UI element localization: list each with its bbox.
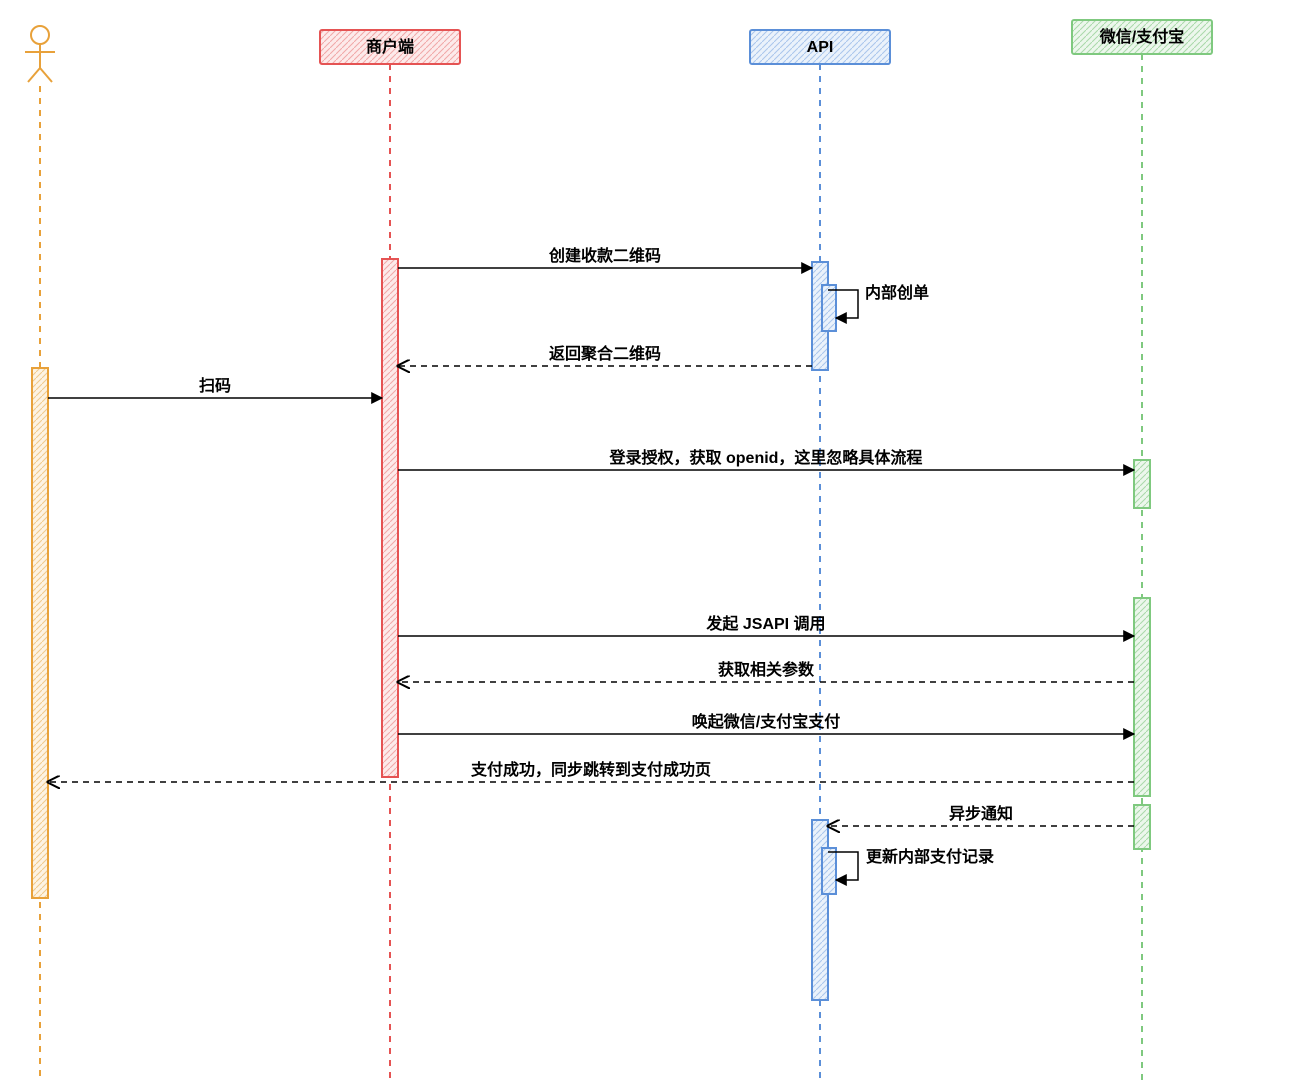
msg-get-params: 获取相关参数 — [398, 660, 1134, 682]
activation-wxali-3 — [1134, 805, 1150, 849]
activation-merchant-1 — [382, 259, 398, 777]
msg-auth-openid: 登录授权，获取 openid，这里忽略具体流程 — [398, 448, 1134, 470]
activation-api-1b — [822, 285, 836, 331]
svg-text:异步通知: 异步通知 — [949, 804, 1013, 823]
activation-api-2b — [822, 848, 836, 894]
msg-invoke-pay: 唤起微信/支付宝支付 — [398, 712, 1134, 734]
msg-create-qr: 创建收款二维码 — [398, 246, 812, 268]
msg-pay-success-sync: 支付成功，同步跳转到支付成功页 — [48, 760, 1134, 782]
svg-text:内部创单: 内部创单 — [865, 283, 929, 302]
svg-text:唤起微信/支付宝支付: 唤起微信/支付宝支付 — [692, 712, 840, 731]
activation-wxali-2 — [1134, 598, 1150, 796]
api-label: API — [807, 39, 834, 56]
svg-text:获取相关参数: 获取相关参数 — [718, 660, 815, 679]
msg-update-record: 更新内部支付记录 — [828, 847, 994, 880]
msg-jsapi: 发起 JSAPI 调用 — [398, 614, 1134, 636]
svg-text:支付成功，同步跳转到支付成功页: 支付成功，同步跳转到支付成功页 — [470, 760, 711, 779]
svg-text:创建收款二维码: 创建收款二维码 — [548, 246, 661, 265]
merchant-label: 商户端 — [366, 37, 414, 56]
sequence-diagram: 商户端 API 微信/支付宝 创建收款二维码 内部创单 — [0, 0, 1293, 1080]
activation-wxali-1 — [1134, 460, 1150, 508]
svg-text:返回聚合二维码: 返回聚合二维码 — [549, 344, 661, 363]
wxali-label: 微信/支付宝 — [1099, 27, 1184, 46]
svg-text:扫码: 扫码 — [199, 376, 231, 395]
msg-scan: 扫码 — [48, 376, 382, 398]
activation-user-1 — [32, 368, 48, 898]
msg-return-qr: 返回聚合二维码 — [398, 344, 812, 366]
svg-text:发起 JSAPI 调用: 发起 JSAPI 调用 — [705, 614, 825, 633]
participant-wxali: 微信/支付宝 — [1072, 20, 1212, 1080]
msg-async-notify: 异步通知 — [828, 804, 1134, 826]
msg-internal-order: 内部创单 — [828, 283, 929, 318]
svg-text:更新内部支付记录: 更新内部支付记录 — [866, 847, 994, 866]
svg-text:登录授权，获取 openid，这里忽略具体流程: 登录授权，获取 openid，这里忽略具体流程 — [609, 448, 923, 467]
